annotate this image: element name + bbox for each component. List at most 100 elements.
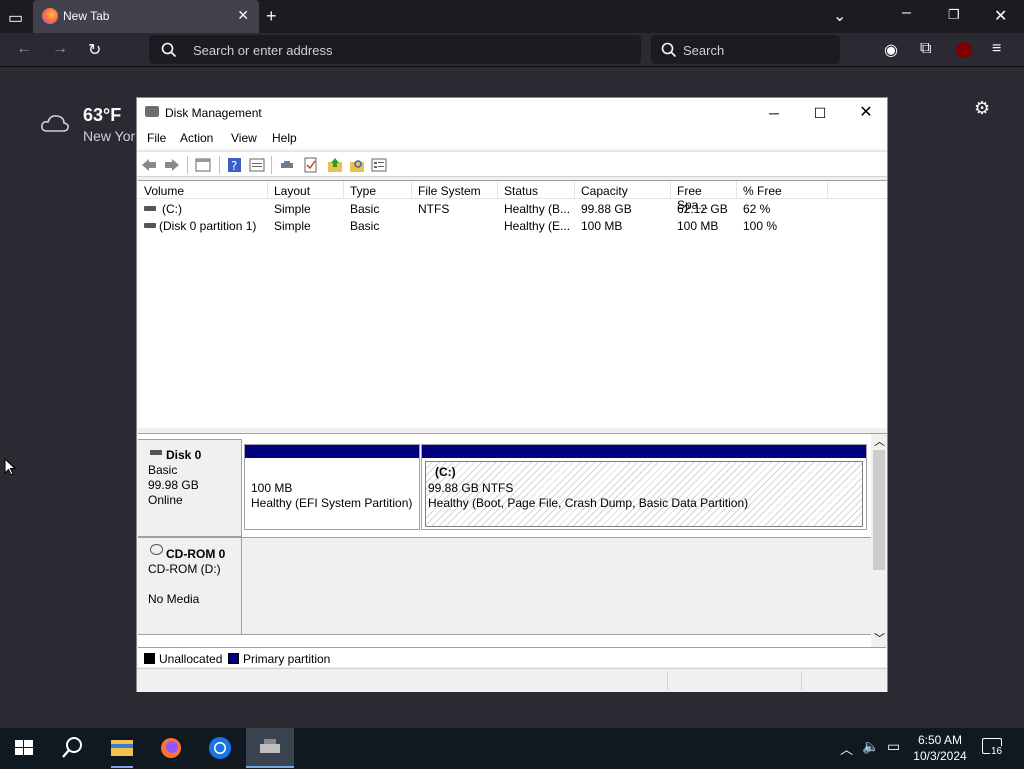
toolbar: ? bbox=[137, 151, 887, 177]
column-header-layout[interactable]: Layout bbox=[268, 181, 344, 199]
forward-arrow-icon[interactable] bbox=[164, 157, 180, 173]
browser-navbar: ← → ↻ Search or enter address Search ◉ ⧉… bbox=[0, 33, 1024, 67]
console-tree-icon[interactable] bbox=[195, 157, 211, 173]
menu-help[interactable]: Help bbox=[272, 131, 297, 145]
clock-time: 6:50 AM bbox=[917, 733, 963, 747]
taskbar: ︿ 🔈 ▭ 6:50 AM 10/3/2024 16 bbox=[0, 728, 1024, 768]
partition-c[interactable]: (C:) 99.88 GB NTFS Healthy (Boot, Page F… bbox=[421, 444, 867, 530]
column-header-status[interactable]: Status bbox=[498, 181, 575, 199]
details-icon[interactable] bbox=[371, 157, 387, 173]
toolbar-separator bbox=[271, 156, 272, 174]
network-icon[interactable]: ▭ bbox=[887, 738, 900, 755]
search-icon bbox=[161, 42, 177, 58]
close-button[interactable]: ✕ bbox=[843, 102, 889, 124]
cdrom-icon bbox=[150, 544, 163, 555]
disk-management-taskbar-button[interactable] bbox=[246, 728, 294, 768]
folder-up-icon[interactable] bbox=[327, 157, 343, 173]
scrollbar-thumb[interactable] bbox=[873, 450, 885, 570]
search-bar[interactable]: Search bbox=[651, 35, 840, 64]
minimize-icon[interactable]: – bbox=[902, 4, 911, 22]
partition-efi-size: 100 MB bbox=[251, 481, 293, 495]
column-header-percent-free[interactable]: % Free bbox=[737, 181, 828, 199]
volume-muted-icon[interactable]: 🔈 bbox=[862, 738, 879, 755]
disk-management-window: Disk Management ─ ☐ ✕ File Action View H… bbox=[136, 97, 888, 692]
svg-text:?: ? bbox=[231, 159, 237, 173]
cell-free-space: 100 MB bbox=[677, 219, 719, 233]
search-icon bbox=[661, 42, 677, 58]
taskbar-clock[interactable]: 6:50 AM 10/3/2024 bbox=[910, 732, 970, 764]
column-header-volume[interactable]: Volume bbox=[138, 181, 268, 199]
connect-icon[interactable] bbox=[279, 157, 295, 173]
menu-view[interactable]: View bbox=[231, 131, 257, 145]
chrome-taskbar-icon[interactable] bbox=[196, 728, 244, 768]
checklist-icon[interactable] bbox=[303, 157, 319, 173]
back-icon[interactable]: ← bbox=[16, 40, 32, 58]
show-hidden-icons[interactable]: ︿ bbox=[840, 739, 853, 758]
cdrom-0-area[interactable] bbox=[242, 537, 871, 635]
partition-c-size: 99.88 GB NTFS bbox=[428, 481, 514, 495]
cdrom-0-name: CD-ROM 0 bbox=[166, 547, 226, 561]
close-tab-icon[interactable]: ✕ bbox=[237, 7, 249, 24]
ublock-icon[interactable] bbox=[956, 42, 972, 58]
cloud-icon bbox=[41, 115, 69, 132]
cell-status: Healthy (B... bbox=[504, 202, 571, 216]
vertical-scrollbar[interactable]: ︿ ﹀ bbox=[871, 434, 887, 647]
disk-0-state: Online bbox=[148, 493, 183, 507]
column-header-file-system[interactable]: File System bbox=[412, 181, 498, 199]
scroll-down-icon[interactable]: ﹀ bbox=[874, 630, 885, 646]
partition-efi[interactable]: 100 MB Healthy (EFI System Partition) bbox=[244, 444, 420, 530]
mouse-cursor-icon bbox=[4, 458, 16, 476]
maximize-button[interactable]: ☐ bbox=[797, 102, 843, 124]
chevron-down-icon[interactable]: ⌄ bbox=[833, 6, 846, 26]
window-title: Disk Management bbox=[165, 106, 262, 120]
close-icon[interactable]: ✕ bbox=[994, 6, 1007, 26]
account-icon[interactable]: ◉ bbox=[884, 40, 898, 60]
windows-start-icon[interactable] bbox=[0, 728, 48, 768]
firefox-taskbar-icon[interactable] bbox=[147, 728, 195, 768]
properties-icon[interactable] bbox=[249, 157, 265, 173]
extensions-icon[interactable]: ⧉ bbox=[920, 40, 931, 58]
disk-0-label[interactable]: Disk 0 Basic 99.98 GB Online bbox=[138, 439, 242, 537]
column-header-capacity[interactable]: Capacity bbox=[575, 181, 671, 199]
file-explorer-icon[interactable] bbox=[98, 728, 146, 768]
column-header-type[interactable]: Type bbox=[344, 181, 412, 199]
menu-icon[interactable]: ≡ bbox=[992, 40, 1001, 58]
cell-volume: (Disk 0 partition 1) bbox=[159, 219, 257, 233]
status-divider bbox=[667, 671, 668, 690]
legend: Unallocated Primary partition bbox=[138, 647, 886, 667]
tab-list-icon[interactable]: ▭ bbox=[8, 8, 23, 28]
search-icon[interactable] bbox=[48, 728, 96, 768]
cell-layout: Simple bbox=[274, 202, 311, 216]
cdrom-0-type: CD-ROM (D:) bbox=[148, 562, 221, 576]
scroll-up-icon[interactable]: ︿ bbox=[874, 433, 885, 449]
volume-list-header: Volume Layout Type File System Status Ca… bbox=[138, 181, 887, 212]
restore-icon[interactable]: ❐ bbox=[948, 7, 960, 23]
legend-primary-label: Primary partition bbox=[243, 652, 331, 666]
forward-icon[interactable]: → bbox=[52, 40, 68, 58]
column-header-free-space[interactable]: Free Spa... bbox=[671, 181, 737, 212]
help-icon[interactable]: ? bbox=[227, 157, 243, 173]
toolbar-separator bbox=[187, 156, 188, 174]
cell-status: Healthy (E... bbox=[504, 219, 571, 233]
volume-icon bbox=[144, 206, 156, 211]
reload-icon[interactable]: ↻ bbox=[88, 40, 101, 60]
table-row[interactable]: (C:) Simple Basic NTFS Healthy (B... 99.… bbox=[138, 200, 887, 217]
back-arrow-icon[interactable] bbox=[141, 157, 157, 173]
minimize-button[interactable]: ─ bbox=[751, 102, 797, 124]
folder-search-icon[interactable] bbox=[349, 157, 365, 173]
status-bar bbox=[137, 668, 887, 692]
new-tab-icon[interactable]: + bbox=[266, 6, 277, 27]
gear-icon[interactable]: ⚙ bbox=[974, 98, 990, 119]
menu-file[interactable]: File bbox=[147, 131, 166, 145]
tab-new-tab[interactable]: New Tab ✕ bbox=[33, 0, 259, 33]
disk-0-type: Basic bbox=[148, 463, 178, 477]
table-row[interactable]: (Disk 0 partition 1) Simple Basic Health… bbox=[138, 217, 887, 234]
notification-count-badge: 16 bbox=[990, 746, 1004, 757]
address-placeholder: Search or enter address bbox=[193, 43, 333, 58]
cdrom-0-label[interactable]: CD-ROM 0 CD-ROM (D:) No Media bbox=[138, 537, 242, 635]
search-placeholder: Search bbox=[683, 43, 725, 58]
menu-action[interactable]: Action bbox=[180, 131, 213, 145]
window-titlebar[interactable]: Disk Management ─ ☐ ✕ bbox=[137, 98, 887, 127]
weather-location: New Yor bbox=[83, 128, 136, 144]
address-bar[interactable]: Search or enter address bbox=[149, 35, 641, 64]
